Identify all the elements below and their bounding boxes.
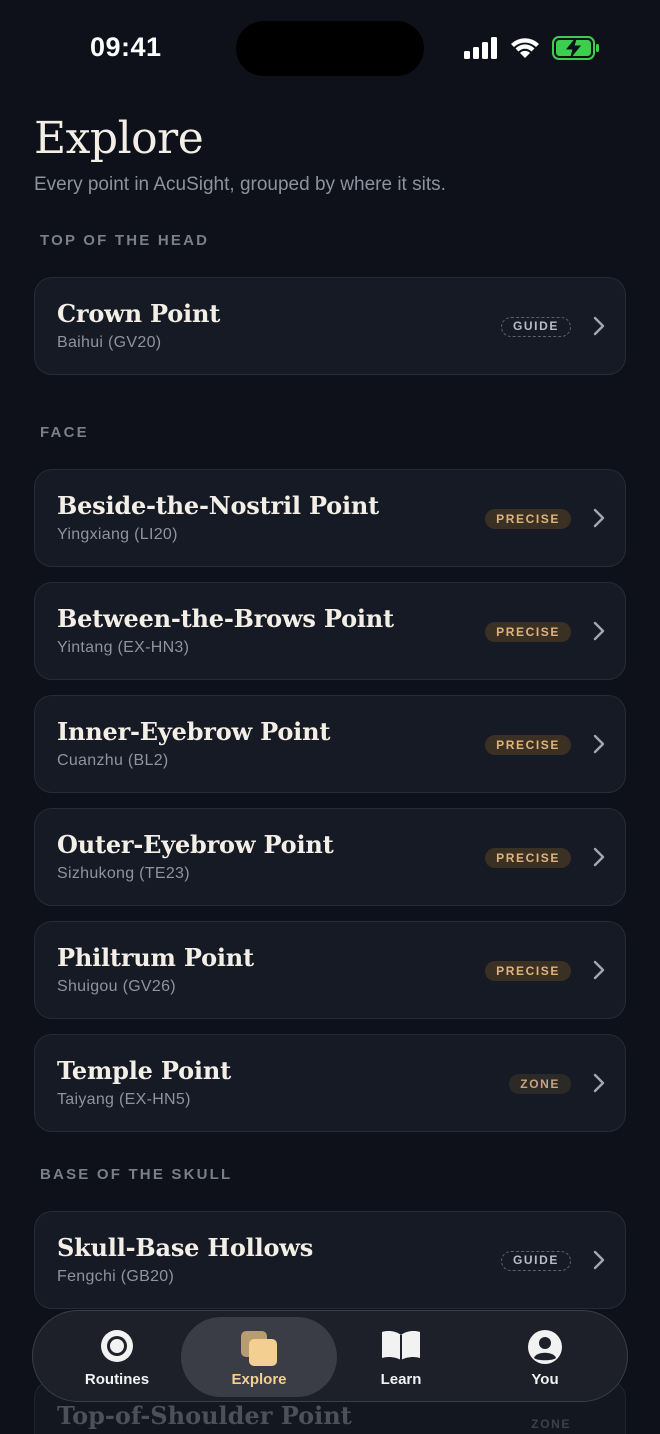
page-subtitle: Every point in AcuSight, grouped by wher…: [34, 174, 446, 195]
guide-badge: GUIDE: [500, 1251, 571, 1271]
tab-learn[interactable]: Learn: [323, 1317, 479, 1397]
chevron-right-icon: [593, 316, 605, 336]
tab-label: Routines: [84, 1371, 150, 1388]
point-name: Top-of-Shoulder Point: [57, 1401, 352, 1430]
status-icons: [464, 36, 600, 60]
status-time: 09:41: [90, 32, 162, 62]
stacked-cards-icon: [241, 1331, 277, 1366]
point-card-temple[interactable]: Temple Point Taiyang (EX-HN5) ZONE: [34, 1034, 626, 1132]
point-card-crown-point[interactable]: Crown Point Baihui (GV20) GUIDE: [34, 277, 626, 375]
dynamic-island: [236, 21, 424, 76]
status-bar: 09:41: [0, 0, 660, 96]
point-code: Shuigou (GV26): [57, 978, 176, 995]
point-card-inner-eyebrow[interactable]: Inner-Eyebrow Point Cuanzhu (BL2) PRECIS…: [34, 695, 626, 793]
tab-explore[interactable]: Explore: [181, 1317, 337, 1397]
target-icon: [101, 1330, 133, 1362]
tab-routines[interactable]: Routines: [39, 1317, 195, 1397]
point-card-outer-eyebrow[interactable]: Outer-Eyebrow Point Sizhukong (TE23) PRE…: [34, 808, 626, 906]
zone-badge: ZONE: [531, 1417, 571, 1431]
tab-label: You: [531, 1371, 559, 1388]
point-name: Skull-Base Hollows: [57, 1233, 314, 1262]
point-list: TOP OF THE HEAD Crown Point Baihui (GV20…: [34, 222, 626, 1324]
chevron-right-icon: [593, 847, 605, 867]
tab-you[interactable]: You: [467, 1317, 623, 1397]
point-name: Philtrum Point: [57, 943, 254, 972]
chevron-right-icon: [593, 621, 605, 641]
wifi-icon: [511, 38, 539, 58]
precise-badge: PRECISE: [485, 848, 571, 868]
point-code: Baihui (GV20): [57, 334, 162, 351]
zone-badge: ZONE: [509, 1074, 571, 1094]
chevron-right-icon: [593, 508, 605, 528]
tab-label: Explore: [231, 1371, 287, 1388]
tab-bar: Routines Explore Learn You: [32, 1310, 628, 1402]
point-card-between-the-brows[interactable]: Between-the-Brows Point Yintang (EX-HN3)…: [34, 582, 626, 680]
chevron-right-icon: [593, 1250, 605, 1270]
cellular-signal-icon: [464, 37, 497, 59]
point-code: Yintang (EX-HN3): [57, 639, 190, 656]
page-header: Explore Every point in AcuSight, grouped…: [34, 112, 634, 196]
page-title: Explore: [34, 113, 204, 164]
point-name: Crown Point: [57, 299, 221, 328]
point-card-beside-the-nostril[interactable]: Beside-the-Nostril Point Yingxiang (LI20…: [34, 469, 626, 567]
precise-badge: PRECISE: [485, 509, 571, 529]
point-code: Fengchi (GB20): [57, 1268, 175, 1285]
point-code: Cuanzhu (BL2): [57, 752, 169, 769]
tab-label: Learn: [380, 1371, 422, 1388]
point-code: Sizhukong (TE23): [57, 865, 190, 882]
point-name: Inner-Eyebrow Point: [57, 717, 331, 746]
battery-charging-icon: [552, 36, 599, 60]
point-name: Outer-Eyebrow Point: [57, 830, 334, 859]
section-title-base-of-skull: BASE OF THE SKULL: [40, 1166, 233, 1183]
point-name: Beside-the-Nostril Point: [57, 491, 380, 520]
precise-badge: PRECISE: [485, 961, 571, 981]
section-title-face: FACE: [40, 424, 89, 441]
point-code: Taiyang (EX-HN5): [57, 1091, 191, 1108]
point-code: Yingxiang (LI20): [57, 526, 178, 543]
precise-badge: PRECISE: [485, 622, 571, 642]
user-circle-icon: [528, 1330, 562, 1364]
precise-badge: PRECISE: [485, 735, 571, 755]
section-title-top-of-head: TOP OF THE HEAD: [40, 232, 210, 249]
chevron-right-icon: [593, 734, 605, 754]
point-name: Between-the-Brows Point: [57, 604, 394, 633]
point-card-philtrum[interactable]: Philtrum Point Shuigou (GV26) PRECISE: [34, 921, 626, 1019]
chevron-right-icon: [593, 960, 605, 980]
book-icon: [382, 1331, 420, 1360]
point-card-skull-base-hollows[interactable]: Skull-Base Hollows Fengchi (GB20) GUIDE: [34, 1211, 626, 1309]
chevron-right-icon: [593, 1073, 605, 1093]
point-name: Temple Point: [57, 1056, 231, 1085]
guide-badge: GUIDE: [500, 317, 571, 337]
